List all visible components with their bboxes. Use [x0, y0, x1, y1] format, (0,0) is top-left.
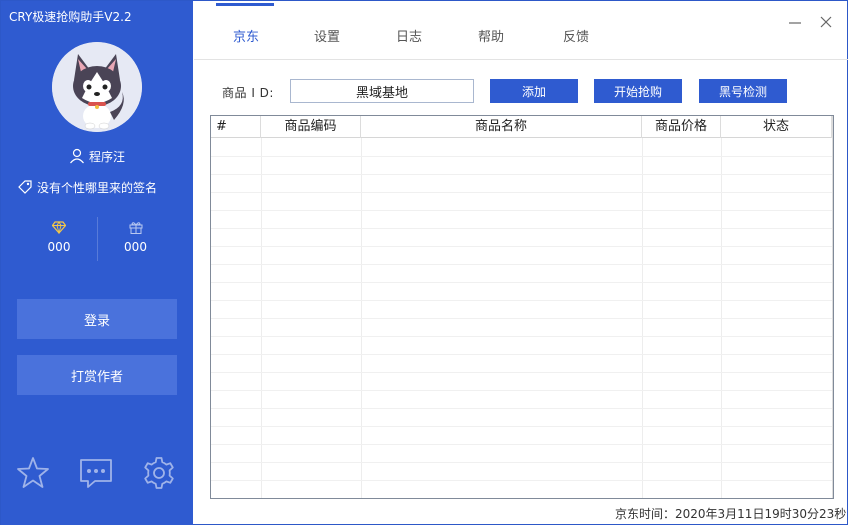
active-tab-indicator — [216, 3, 274, 6]
grid-row-line — [211, 408, 833, 409]
table-body — [211, 138, 833, 498]
grid-row-line — [211, 264, 833, 265]
stat-diamond-value: 000 — [47, 240, 71, 254]
tag-icon — [17, 179, 33, 198]
app-window: CRY极速抢购助手V2.2 程序汪 没有个性哪里来的签名 000 000 登录 … — [0, 0, 848, 525]
grid-row-line — [211, 480, 833, 481]
avatar[interactable] — [52, 42, 142, 132]
grid-row-line — [211, 372, 833, 373]
tab-help[interactable]: 帮助 — [478, 26, 504, 45]
table-header: # 商品编码 商品名称 商品价格 状态 — [211, 116, 833, 138]
star-icon[interactable] — [15, 455, 51, 491]
grid-row-line — [211, 390, 833, 391]
grid-row-line — [211, 426, 833, 427]
grid-row-line — [211, 210, 833, 211]
product-id-label: 商品 I D: — [222, 86, 274, 100]
grid-row-line — [211, 282, 833, 283]
grid-row-line — [211, 246, 833, 247]
blacklist-check-button[interactable]: 黑号检测 — [699, 79, 787, 103]
sidebar: CRY极速抢购助手V2.2 程序汪 没有个性哪里来的签名 000 000 登录 … — [1, 1, 193, 525]
stat-diamond: 000 — [21, 217, 97, 254]
stats-panel: 000 000 — [21, 217, 173, 261]
minimize-icon[interactable] — [788, 15, 802, 29]
col-product-price[interactable]: 商品价格 — [642, 116, 721, 138]
tab-settings[interactable]: 设置 — [314, 26, 340, 45]
app-title: CRY极速抢购助手V2.2 — [9, 10, 132, 24]
gear-icon[interactable] — [141, 455, 177, 491]
col-product-name[interactable]: 商品名称 — [361, 116, 642, 138]
stat-gift: 000 — [97, 217, 173, 261]
diamond-icon — [51, 221, 67, 235]
user-icon — [69, 148, 85, 167]
nav-divider — [194, 59, 848, 60]
grid-row-line — [211, 318, 833, 319]
product-table[interactable]: # 商品编码 商品名称 商品价格 状态 — [210, 115, 834, 499]
tab-feedback[interactable]: 反馈 — [563, 26, 589, 45]
col-status[interactable]: 状态 — [721, 116, 832, 138]
grid-row-line — [211, 300, 833, 301]
grid-row-line — [211, 354, 833, 355]
gift-icon — [129, 221, 143, 234]
signature-row: 没有个性哪里来的签名 — [17, 179, 157, 198]
start-purchase-button[interactable]: 开始抢购 — [594, 79, 682, 103]
chat-icon[interactable] — [78, 455, 114, 491]
col-product-code[interactable]: 商品编码 — [261, 116, 361, 138]
tab-log[interactable]: 日志 — [396, 26, 422, 45]
tab-jd[interactable]: 京东 — [233, 26, 259, 45]
signature-text: 没有个性哪里来的签名 — [37, 181, 158, 195]
tip-author-button[interactable]: 打赏作者 — [17, 355, 177, 395]
col-index[interactable]: # — [211, 116, 261, 138]
username: 程序汪 — [88, 150, 125, 164]
add-button[interactable]: 添加 — [490, 79, 578, 103]
grid-row-line — [211, 462, 833, 463]
grid-row-line — [211, 156, 833, 157]
grid-row-line — [211, 174, 833, 175]
jd-time-status: 京东时间：2020年3月11日19时30分23秒 — [615, 507, 847, 521]
product-id-input[interactable] — [290, 79, 474, 103]
grid-row-line — [211, 336, 833, 337]
close-icon[interactable] — [819, 15, 833, 29]
stat-gift-value: 000 — [124, 240, 147, 254]
login-button[interactable]: 登录 — [17, 299, 177, 339]
table-scroll-edge — [832, 116, 833, 498]
user-row: 程序汪 — [1, 148, 193, 167]
grid-row-line — [211, 444, 833, 445]
grid-row-line — [211, 192, 833, 193]
grid-row-line — [211, 228, 833, 229]
